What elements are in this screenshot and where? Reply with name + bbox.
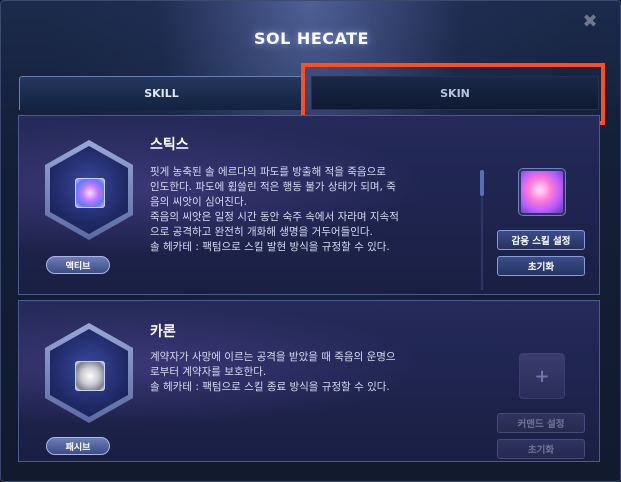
reset-button[interactable]: 초기화 (497, 439, 585, 459)
reset-button[interactable]: 초기화 (497, 256, 585, 276)
empty-skin-slot[interactable]: + (519, 353, 565, 399)
charon-skill-icon (75, 361, 105, 391)
skill-name: 스틱스 (150, 137, 189, 153)
sensitive-skill-setting-button[interactable]: 감응 스킬 설정 (497, 230, 585, 250)
command-setting-button[interactable]: 커맨드 설정 (497, 413, 585, 433)
window-title: SOL HECATE (254, 29, 369, 48)
skill-card-stix: 액티브 스틱스 핏게 농축된 솔 에르다의 파도를 방출해 적을 죽음으로 인도… (18, 115, 600, 295)
skill-hex-frame (45, 140, 133, 240)
stix-skill-icon (75, 178, 105, 208)
skill-type-badge: 액티브 (46, 256, 110, 274)
close-icon[interactable]: ✖ (581, 13, 599, 31)
tab-skill[interactable]: SKILL (19, 76, 304, 110)
skill-card-charon: 패시브 카론 계약자가 사망에 이르는 공격을 받았을 때 죽음의 운명으 로부… (18, 300, 600, 462)
skill-description: 핏게 농축된 솔 에르다의 파도를 방출해 적을 죽음으로 인도한다. 파도에 … (150, 166, 399, 253)
skill-name: 카론 (150, 324, 176, 340)
skill-description: 계약자가 사망에 이르는 공격을 받았을 때 죽음의 운명으 로부터 계약자를 … (150, 351, 396, 393)
skill-type-badge: 패시브 (46, 437, 110, 455)
scrollbar-thumb[interactable] (480, 170, 484, 196)
skill-hex-frame (45, 323, 133, 423)
skin-thumbnail[interactable] (519, 169, 565, 215)
